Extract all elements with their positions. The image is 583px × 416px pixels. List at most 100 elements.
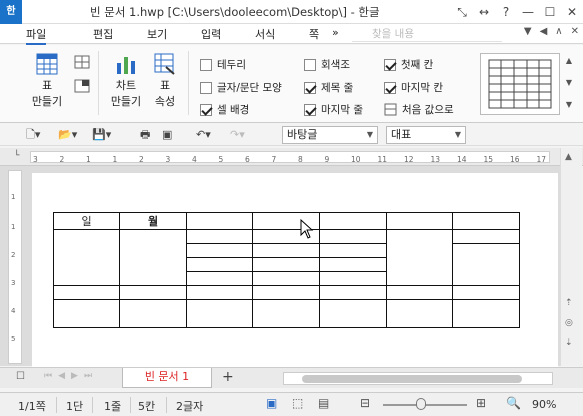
app-logo[interactable]: 한 [0,0,22,24]
help-icon[interactable]: ? [495,0,517,24]
open-folder-icon[interactable]: 📂▾ [58,127,77,143]
table-cell[interactable] [319,271,387,286]
new-document-icon[interactable]: 🗋▾ [26,127,40,143]
table-cell[interactable] [119,285,187,300]
table-cell[interactable] [186,271,253,286]
table-cell[interactable] [452,285,520,300]
tab-list-icon[interactable]: ☐ [16,371,25,382]
checkbox[interactable] [200,81,212,94]
table-cell[interactable] [53,299,120,328]
zoom-level[interactable]: 90% [532,398,556,411]
checkbox[interactable] [304,58,316,71]
table-cell[interactable] [452,212,520,230]
search-next-icon[interactable]: ◀ [540,26,548,37]
zoom-in-icon[interactable]: ⊞ [476,396,486,410]
table-cell[interactable] [386,212,453,230]
menu-page[interactable]: 쪽 [309,26,319,42]
option-border[interactable]: 테두리 [200,57,246,72]
document-table[interactable]: 일 월 [53,212,520,328]
redo-icon[interactable]: ↷▾ [230,127,245,143]
zoom-slider-handle[interactable] [416,398,426,410]
table-cell[interactable] [386,229,453,286]
table-cell[interactable] [319,299,387,328]
vertical-scrollbar[interactable]: ▲ ⇡ ◎ ⇣ [560,148,582,366]
menu-more-icon[interactable]: » [332,26,339,39]
resize-icon[interactable]: ↔ [473,0,495,24]
checkbox-checked[interactable] [384,81,396,94]
menu-close-icon[interactable]: ✕ [571,26,579,37]
table-cell[interactable] [319,229,387,244]
table-cell[interactable] [186,285,253,300]
menu-edit[interactable]: 편집 [93,26,113,42]
ribbon-collapse-icon[interactable]: ∧ [555,26,562,37]
option-header-row[interactable]: 제목 줄 [304,80,353,95]
option-grayscale[interactable]: 회색조 [304,57,350,72]
table-properties-button[interactable]: 표 속성 [148,53,182,109]
table-cell[interactable] [319,243,387,258]
fit-page-icon[interactable]: ▤ [318,396,329,410]
page-view-icon[interactable]: ▣ [266,396,277,410]
table-grid-icon[interactable] [74,55,90,69]
next-page-icon[interactable]: ⇣ [565,338,573,348]
table-cell[interactable] [119,299,187,328]
checkbox-checked[interactable] [200,103,212,116]
tab-document-1[interactable]: 빈 문서 1 [122,368,212,388]
paragraph-style-select[interactable]: 바탕글 ▼ [282,126,378,144]
menu-format[interactable]: 서식 [255,26,275,42]
table-cell[interactable] [252,271,320,286]
checkbox-checked[interactable] [384,58,396,71]
option-char-para-shape[interactable]: 글자/문단 모양 [200,80,282,95]
table-style-gallery[interactable] [480,53,560,115]
maximize-icon[interactable]: ☐ [539,0,561,24]
gallery-down-icon[interactable]: ▼ [566,73,572,93]
tab-nav-icons[interactable]: ⏮◀▶⏭ [44,371,98,381]
table-cell[interactable] [452,229,520,244]
font-category-select[interactable]: 대표 ▼ [386,126,466,144]
option-last-row[interactable]: 마지막 줄 [304,102,363,117]
ruler-track[interactable] [30,151,550,163]
table-cell[interactable] [186,257,253,272]
table-cell[interactable] [186,243,253,258]
table-cell[interactable] [186,212,253,230]
menu-file[interactable]: 파일 [26,26,47,45]
table-cell[interactable]: 월 [119,212,187,230]
table-cell[interactable] [186,299,253,328]
fit-width-icon[interactable]: ⬚ [292,396,303,410]
table-style-icon[interactable] [74,79,90,93]
close-icon[interactable]: ✕ [561,0,583,24]
table-cell[interactable] [252,257,320,272]
gallery-up-icon[interactable]: ▲ [566,51,572,71]
prev-page-icon[interactable]: ⇡ [565,298,573,308]
restore-small-icon[interactable]: ⤡ [451,0,473,24]
zoom-icon[interactable]: 🔍 [506,396,521,410]
find-input[interactable]: 찾을 내용 [352,26,502,42]
table-cell[interactable] [252,285,320,300]
table-cell[interactable] [452,299,520,328]
table-cell[interactable] [53,285,120,300]
save-icon[interactable]: 💾▾ [92,127,111,143]
undo-icon[interactable]: ↶▾ [196,127,211,143]
ruler-toggle-icon[interactable]: └ [14,151,19,161]
table-cell[interactable] [252,299,320,328]
print-icon[interactable]: 🖶 [140,127,150,143]
page-select-icon[interactable]: ◎ [565,318,573,328]
table-cell[interactable] [53,229,120,286]
scroll-up-icon[interactable]: ▲ [565,152,572,162]
zoom-out-icon[interactable]: ⊟ [360,396,370,410]
horizontal-scrollbar[interactable] [283,372,553,385]
table-cell[interactable] [252,243,320,258]
table-cell[interactable] [319,212,387,230]
add-tab-button[interactable]: + [222,369,234,385]
search-prev-icon[interactable]: ▼ [524,26,532,37]
reset-defaults-button[interactable]: 처음 값으로 [384,102,454,117]
table-cell[interactable] [186,229,253,244]
table-cell[interactable] [386,285,453,300]
checkbox-checked[interactable] [304,81,316,94]
scroll-thumb[interactable] [302,375,522,383]
menu-insert[interactable]: 입력 [201,26,221,42]
option-first-column[interactable]: 첫째 칸 [384,57,433,72]
gallery-expand-icon[interactable]: ▼ [566,95,572,115]
preview-icon[interactable]: ▣ [162,127,172,143]
checkbox-checked[interactable] [304,103,316,116]
menu-view[interactable]: 보기 [147,26,167,42]
